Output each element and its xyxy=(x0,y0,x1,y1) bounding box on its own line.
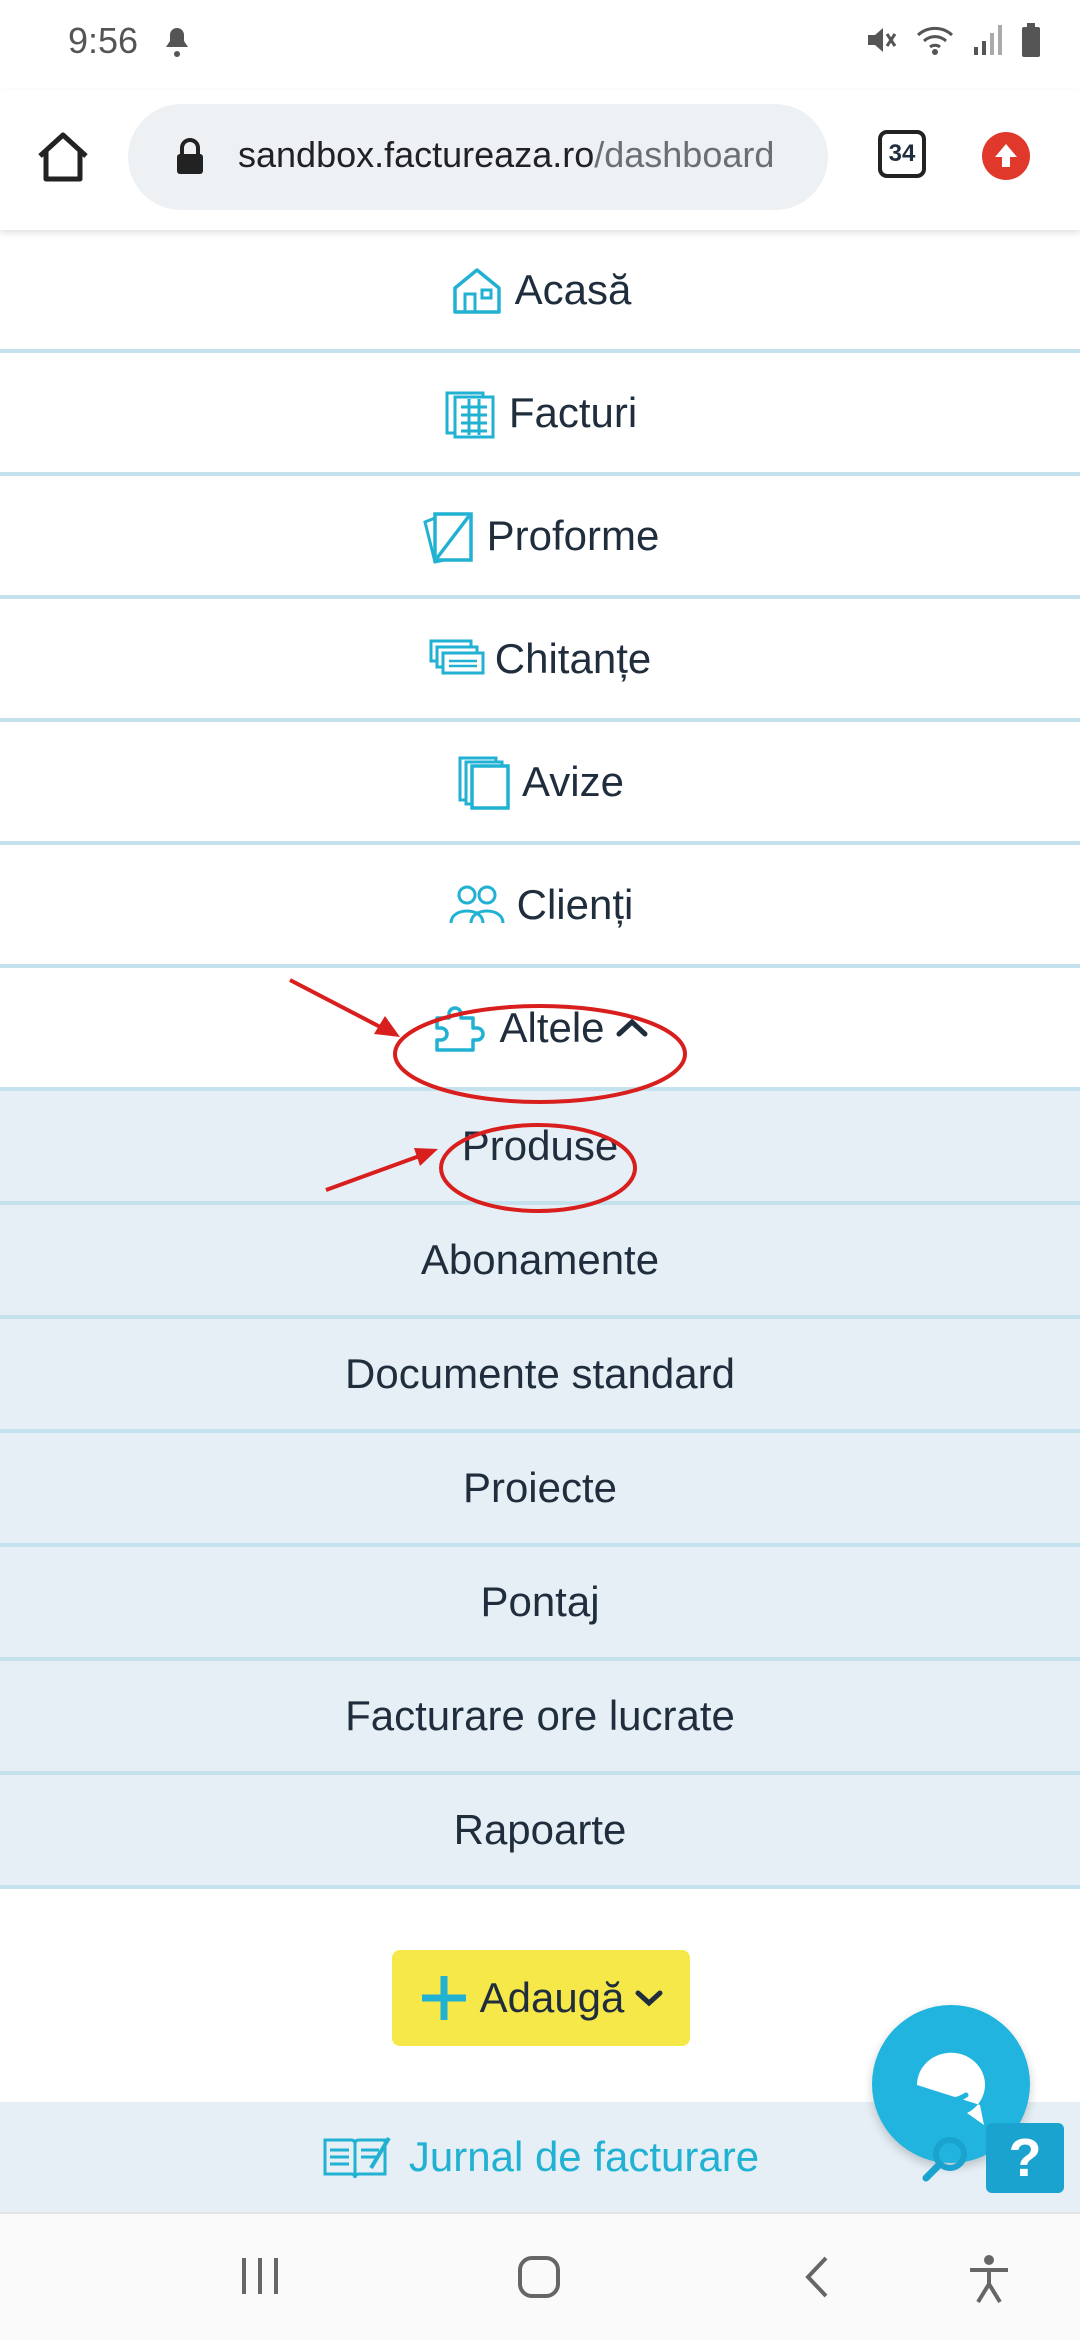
help-button[interactable]: ? xyxy=(986,2123,1064,2193)
url-text: sandbox.factureaza.ro/dashboard xyxy=(238,134,808,176)
submenu-item-proiecte[interactable]: Proiecte xyxy=(0,1433,1080,1547)
plus-icon xyxy=(421,1976,466,2020)
notices-icon xyxy=(458,756,510,810)
status-icons xyxy=(864,22,1042,58)
invoices-icon xyxy=(445,391,495,438)
home-icon[interactable] xyxy=(34,128,92,186)
lock-icon xyxy=(177,138,203,174)
system-nav-bar xyxy=(0,2212,1080,2340)
submenu-item-rapoarte[interactable]: Rapoarte xyxy=(0,1775,1080,1889)
battery-icon xyxy=(1022,23,1040,57)
submenu-altele: Produse Abonamente Documente standard Pr… xyxy=(0,1091,1080,1889)
menu-item-label: Clienți xyxy=(516,880,634,928)
menu-item-label: Facturi xyxy=(508,388,638,436)
search-icon[interactable] xyxy=(918,2130,974,2186)
chevron-down-icon xyxy=(635,1990,663,2007)
recent-apps-icon[interactable] xyxy=(236,2254,284,2298)
signal-icon xyxy=(974,25,1002,55)
menu-item-label: Acasă xyxy=(514,265,632,313)
menu-item-chitante[interactable]: Chitanțe xyxy=(0,599,1080,722)
chevron-up-icon xyxy=(616,1018,648,1036)
arrow-up-icon xyxy=(995,144,1017,167)
clients-icon xyxy=(449,885,505,923)
status-bar: 9:56 xyxy=(0,0,1080,90)
jurnal-label: Jurnal de facturare xyxy=(408,2133,760,2180)
url-path: /dashboard xyxy=(594,134,775,175)
receipts-icon xyxy=(429,639,485,674)
puzzle-icon xyxy=(435,1005,486,1052)
proforma-icon xyxy=(422,511,473,564)
submenu-item-pontaj[interactable]: Pontaj xyxy=(0,1547,1080,1661)
wifi-icon xyxy=(916,26,954,55)
add-button[interactable]: Adaugă xyxy=(392,1950,690,2046)
home-nav-icon[interactable] xyxy=(516,2254,562,2300)
address-bar[interactable]: sandbox.factureaza.ro/dashboard xyxy=(128,104,828,210)
menu-item-altele[interactable]: Altele xyxy=(0,968,1080,1091)
menu-item-label: Altele xyxy=(499,1003,605,1051)
submenu-item-produse[interactable]: Produse xyxy=(0,1091,1080,1205)
menu-item-facturi[interactable]: Facturi xyxy=(0,353,1080,476)
submenu-item-documente-standard[interactable]: Documente standard xyxy=(0,1319,1080,1433)
menu-item-label: Chitanțe xyxy=(494,634,652,682)
submenu-item-facturare-ore-lucrate[interactable]: Facturare ore lucrate xyxy=(0,1661,1080,1775)
house-icon xyxy=(452,267,501,314)
menu-item-avize[interactable]: Avize xyxy=(0,722,1080,845)
mute-icon xyxy=(868,28,897,52)
menu-item-proforme[interactable]: Proforme xyxy=(0,476,1080,599)
menu-item-acasa[interactable]: Acasă xyxy=(0,230,1080,353)
menu-item-label: Avize xyxy=(522,757,624,805)
status-time: 9:56 xyxy=(68,20,139,61)
notification-icon xyxy=(166,28,188,57)
back-icon[interactable] xyxy=(800,2254,832,2300)
accessibility-icon[interactable] xyxy=(964,2254,1014,2304)
add-button-label: Adaugă xyxy=(479,1974,625,2021)
menu-item-clienti[interactable]: Clienți xyxy=(0,845,1080,968)
browser-toolbar: sandbox.factureaza.ro/dashboard 34 xyxy=(0,90,1080,230)
upload-icon[interactable] xyxy=(982,132,1030,180)
book-icon xyxy=(323,2136,391,2179)
tab-switcher-button[interactable]: 34 xyxy=(878,130,926,178)
submenu-item-abonamente[interactable]: Abonamente xyxy=(0,1205,1080,1319)
menu-item-label: Proforme xyxy=(486,511,660,559)
main-menu: Acasă Facturi Proforme Chitanțe Avize Cl… xyxy=(0,230,1080,1889)
url-host: sandbox.factureaza.ro xyxy=(238,134,595,175)
